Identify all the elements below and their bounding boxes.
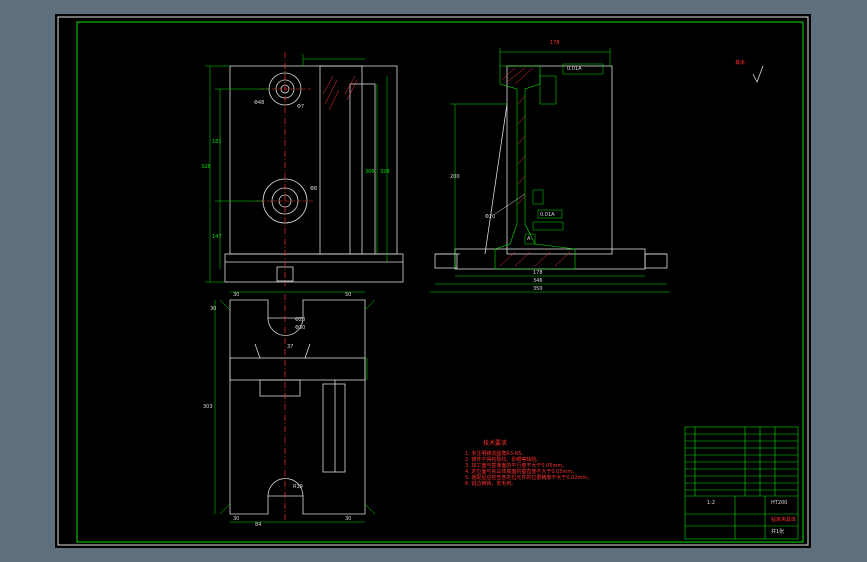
dim-front-height: 328 <box>201 164 211 170</box>
dim-side-b3: 350 <box>533 286 543 292</box>
dim-front-right: 328 <box>380 169 390 175</box>
dim-top-5: 37 <box>287 344 294 350</box>
front-hatch <box>322 75 358 111</box>
dim-side-hole: Φ20 <box>485 214 496 220</box>
dim-side-top-label: 178 <box>550 40 560 46</box>
roughness-symbol <box>752 65 764 83</box>
side-dimensions <box>430 48 670 293</box>
cad-drawing <box>57 16 809 546</box>
title-material: HT200 <box>771 500 788 506</box>
tolerance-frame-2: 0.01A <box>540 212 555 218</box>
dim-front-lower: 147 <box>212 234 222 240</box>
dim-top-11: 30 <box>210 306 217 312</box>
side-view <box>434 65 668 270</box>
roughness-label: 其余 <box>735 60 746 66</box>
dim-top-2: 50 <box>345 292 352 298</box>
cad-viewport[interactable]: 其余 技术要求 1. 未注明铸造圆角R3-R5。 2. 铸件不得有裂纹、砂眼等缺… <box>55 14 811 548</box>
tech-note-6: 6. 锐边倒钝，去毛刺。 <box>465 481 517 487</box>
dim-hole-upper: Φ48 <box>254 100 265 106</box>
top-view <box>229 299 366 515</box>
title-name: 钻床夹具体 <box>771 517 797 523</box>
dim-top-9: 84 <box>255 522 262 528</box>
drawing-frame <box>76 21 804 543</box>
dim-side-height: 200 <box>450 174 460 180</box>
front-view <box>224 65 404 283</box>
dim-hole-lower: Φ8 <box>310 186 318 192</box>
tech-requirements-title: 技术要求 <box>483 440 508 447</box>
dim-top-6: 303 <box>203 404 213 410</box>
front-dimensions <box>205 54 388 283</box>
dim-top-7: R19 <box>293 484 303 490</box>
leader-line <box>494 193 526 215</box>
dim-top-3: Φ20 <box>295 317 306 323</box>
dim-top-4: Φ30 <box>295 325 306 331</box>
dim-side-b1: 178 <box>533 270 543 276</box>
dim-side-b2: 346 <box>533 278 543 284</box>
dim-top-10: 30 <box>345 516 352 522</box>
sheet-border <box>57 16 809 546</box>
title-sheet: 共1张 <box>771 529 785 535</box>
title-scale: 1:2 <box>707 500 716 506</box>
tolerance-frame-1: 0.01A <box>567 66 582 72</box>
dim-front-inner: 306 <box>365 169 375 175</box>
datum-label: A <box>527 236 531 242</box>
dim-front-upper: 181 <box>212 139 222 145</box>
dim-hole-small: Φ7 <box>297 104 305 110</box>
dim-top-1: 30 <box>233 292 240 298</box>
dim-top-8: 30 <box>233 516 240 522</box>
